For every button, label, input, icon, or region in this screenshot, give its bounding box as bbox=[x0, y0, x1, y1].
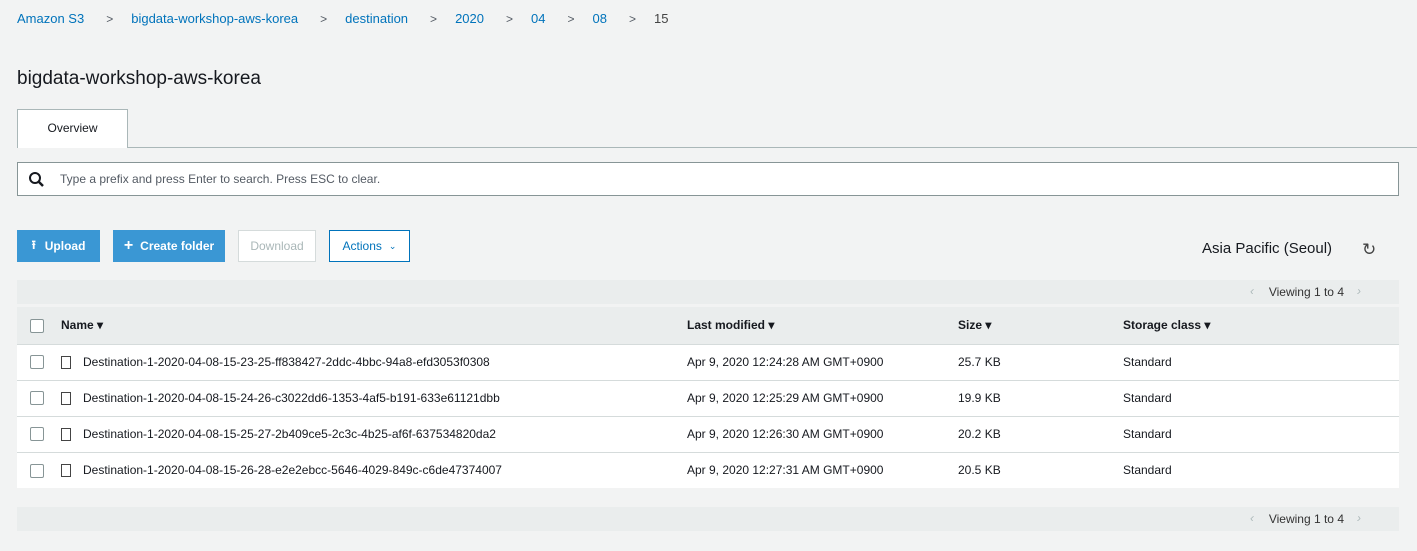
chevron-right-icon: > bbox=[505, 11, 513, 26]
size: 20.2 KB bbox=[958, 415, 1123, 452]
chevron-right-icon: > bbox=[567, 11, 575, 26]
storage-class: Standard bbox=[1123, 451, 1399, 488]
row-checkbox[interactable] bbox=[30, 463, 44, 478]
objects-table: Name ▾ Last modified ▾ Size ▾ Storage cl… bbox=[17, 307, 1399, 488]
next-page-icon[interactable]: › bbox=[1357, 511, 1361, 525]
region-label: Asia Pacific (Seoul) bbox=[1202, 240, 1333, 257]
file-icon bbox=[61, 464, 71, 478]
column-last-modified[interactable]: Last modified ▾ bbox=[687, 307, 958, 344]
chevron-right-icon: > bbox=[430, 11, 438, 26]
size: 19.9 KB bbox=[958, 379, 1123, 416]
breadcrumb-bucket[interactable]: bigdata-workshop-aws-korea bbox=[131, 11, 298, 26]
table-row[interactable]: Destination-1-2020-04-08-15-24-26-c3022d… bbox=[17, 379, 1399, 416]
upload-label: Upload bbox=[44, 239, 86, 253]
select-all-checkbox[interactable] bbox=[30, 318, 44, 333]
chevron-down-icon: ⌄ bbox=[388, 240, 397, 251]
file-icon bbox=[61, 428, 71, 442]
last-modified: Apr 9, 2020 12:25:29 AM GMT+0900 bbox=[687, 379, 958, 416]
column-label: Storage class bbox=[1123, 318, 1202, 333]
download-button[interactable]: Download bbox=[238, 230, 316, 262]
tab-overview[interactable]: Overview bbox=[17, 109, 128, 148]
create-folder-button[interactable]: + Create folder bbox=[113, 230, 225, 262]
last-modified: Apr 9, 2020 12:26:30 AM GMT+0900 bbox=[687, 415, 958, 452]
object-name-link[interactable]: Destination-1-2020-04-08-15-26-28-e2e2eb… bbox=[83, 463, 502, 477]
size: 20.5 KB bbox=[958, 451, 1123, 488]
storage-class: Standard bbox=[1123, 343, 1399, 380]
chevron-right-icon: > bbox=[320, 11, 328, 26]
page-title: bigdata-workshop-aws-korea bbox=[17, 68, 261, 89]
column-label: Size bbox=[958, 318, 983, 333]
search-box bbox=[17, 162, 1399, 196]
plus-icon: + bbox=[123, 237, 134, 254]
actions-label: Actions bbox=[342, 239, 382, 253]
row-checkbox[interactable] bbox=[30, 355, 44, 370]
prev-page-icon[interactable]: ‹ bbox=[1250, 284, 1254, 298]
table-row[interactable]: Destination-1-2020-04-08-15-26-28-e2e2eb… bbox=[17, 451, 1399, 488]
column-storage-class[interactable]: Storage class ▾ bbox=[1123, 307, 1399, 344]
actions-dropdown[interactable]: Actions ⌄ bbox=[329, 230, 410, 262]
breadcrumb-current: 15 bbox=[653, 11, 669, 26]
pager-top: ‹ Viewing 1 to 4 › bbox=[17, 280, 1399, 304]
breadcrumb-day[interactable]: 08 bbox=[592, 11, 606, 26]
storage-class: Standard bbox=[1123, 415, 1399, 452]
upload-button[interactable]: ⭱ Upload bbox=[17, 230, 100, 262]
pager-bottom: ‹ Viewing 1 to 4 › bbox=[17, 507, 1399, 531]
column-name[interactable]: Name ▾ bbox=[61, 307, 687, 344]
refresh-icon[interactable]: ↻ bbox=[1362, 240, 1376, 260]
upload-icon: ⭱ bbox=[31, 237, 36, 252]
row-checkbox[interactable] bbox=[30, 391, 44, 406]
chevron-right-icon: > bbox=[628, 11, 636, 26]
viewing-count: Viewing 1 to 4 bbox=[1268, 512, 1344, 526]
breadcrumb-year[interactable]: 2020 bbox=[455, 11, 484, 26]
next-page-icon[interactable]: › bbox=[1357, 284, 1361, 298]
table-row[interactable]: Destination-1-2020-04-08-15-23-25-ff8384… bbox=[17, 343, 1399, 380]
last-modified: Apr 9, 2020 12:27:31 AM GMT+0900 bbox=[687, 451, 958, 488]
search-icon bbox=[29, 172, 44, 187]
size: 25.7 KB bbox=[958, 343, 1123, 380]
tab-divider bbox=[17, 147, 1417, 148]
breadcrumb-month[interactable]: 04 bbox=[531, 11, 545, 26]
table-row[interactable]: Destination-1-2020-04-08-15-25-27-2b409c… bbox=[17, 415, 1399, 452]
row-checkbox[interactable] bbox=[30, 427, 44, 442]
object-name-link[interactable]: Destination-1-2020-04-08-15-24-26-c3022d… bbox=[83, 391, 500, 405]
search-input[interactable] bbox=[58, 171, 1398, 187]
column-label: Last modified bbox=[687, 318, 766, 333]
prev-page-icon[interactable]: ‹ bbox=[1250, 511, 1254, 525]
file-icon bbox=[61, 356, 71, 370]
chevron-right-icon: > bbox=[106, 11, 114, 26]
object-name-link[interactable]: Destination-1-2020-04-08-15-25-27-2b409c… bbox=[83, 427, 496, 441]
viewing-count: Viewing 1 to 4 bbox=[1268, 285, 1344, 299]
file-icon bbox=[61, 392, 71, 406]
breadcrumb-destination[interactable]: destination bbox=[345, 11, 408, 26]
breadcrumb-amazon-s3[interactable]: Amazon S3 bbox=[17, 11, 84, 26]
create-folder-label: Create folder bbox=[140, 239, 215, 253]
column-label: Name bbox=[61, 318, 94, 333]
last-modified: Apr 9, 2020 12:24:28 AM GMT+0900 bbox=[687, 343, 958, 380]
breadcrumb: Amazon S3 > bigdata-workshop-aws-korea > d… bbox=[17, 11, 668, 26]
object-name-link[interactable]: Destination-1-2020-04-08-15-23-25-ff8384… bbox=[83, 355, 490, 369]
storage-class: Standard bbox=[1123, 379, 1399, 416]
column-size[interactable]: Size ▾ bbox=[958, 307, 1123, 344]
